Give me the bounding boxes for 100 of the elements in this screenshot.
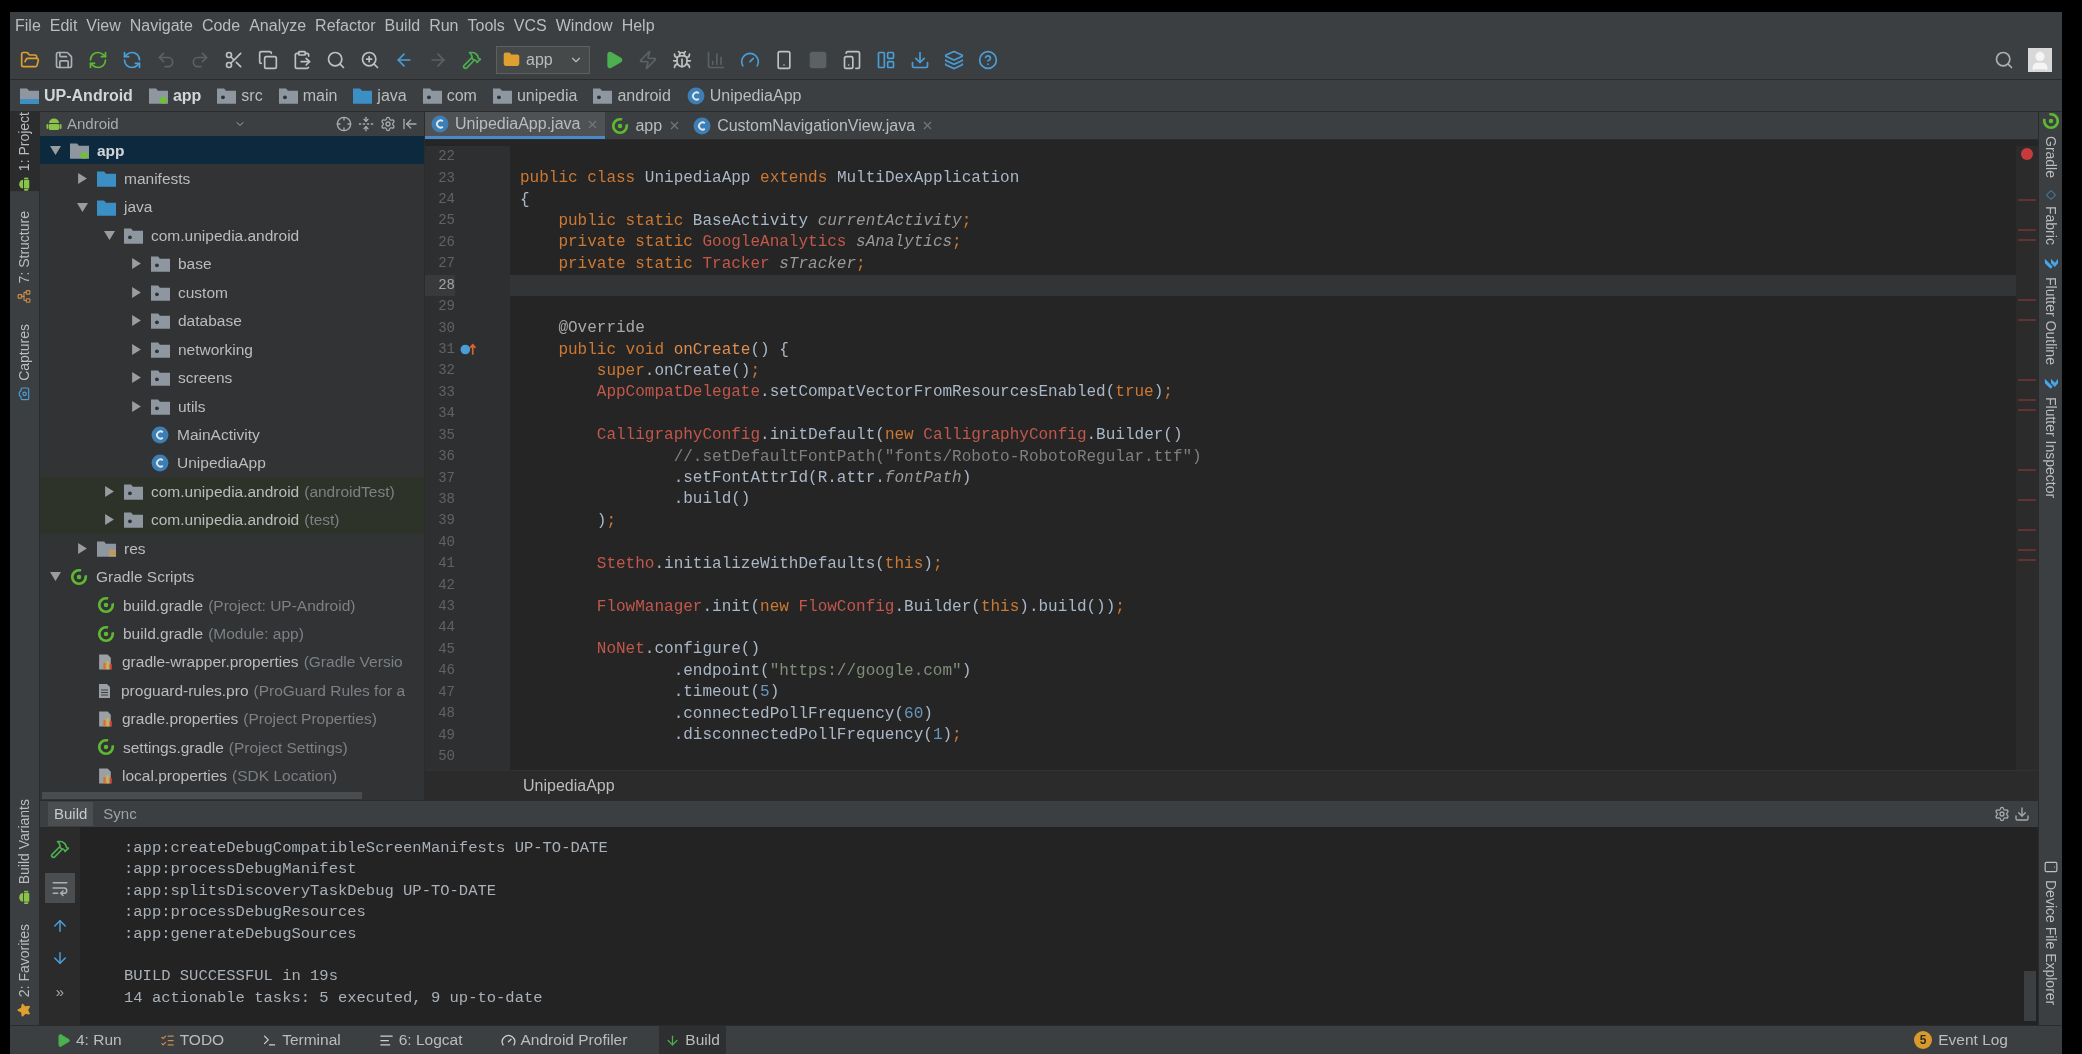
refresh-icon[interactable]: [122, 49, 142, 70]
bug-icon[interactable]: [672, 49, 692, 70]
expand-arrow-icon[interactable]: [130, 315, 142, 327]
tree-item[interactable]: UnipediaApp: [40, 448, 424, 478]
breadcrumb-item[interactable]: UnipediaApp: [686, 83, 810, 108]
collapse-arrow-icon[interactable]: [103, 230, 115, 242]
tool-window-button[interactable]: Flutter Inspector: [2039, 376, 2062, 499]
breadcrumb-item[interactable]: java: [353, 83, 415, 108]
tree-item[interactable]: com.unipedia.android: [40, 221, 424, 250]
user-avatar[interactable]: [2028, 47, 2052, 72]
tool-window-button[interactable]: TODO: [153, 1025, 231, 1054]
phone-icon[interactable]: [774, 49, 794, 70]
tree-item[interactable]: build.gradle (Project: UP-Android): [40, 591, 424, 620]
tree-item[interactable]: app: [40, 136, 424, 165]
breadcrumb-item[interactable]: com: [422, 83, 485, 108]
panel-tab[interactable]: Build: [48, 802, 94, 826]
run-icon[interactable]: [604, 49, 624, 70]
menu-item[interactable]: Run: [429, 14, 459, 38]
tree-item[interactable]: custom: [40, 278, 424, 307]
expand-arrow-icon[interactable]: [130, 372, 142, 384]
expand-arrow-icon[interactable]: [130, 286, 142, 298]
tool-window-button[interactable]: Fabric: [2039, 190, 2062, 245]
tool-window-button[interactable]: Terminal: [256, 1025, 347, 1054]
tree-item[interactable]: Gradle Scripts: [40, 562, 424, 591]
menu-item[interactable]: Window: [555, 14, 613, 38]
tool-window-button[interactable]: Android Profiler: [494, 1025, 634, 1054]
menu-item[interactable]: Analyze: [249, 14, 307, 38]
tool-window-button[interactable]: 7: Structure: [10, 211, 39, 304]
devices-icon[interactable]: [842, 49, 862, 70]
download-icon[interactable]: [2014, 806, 2030, 822]
download-icon[interactable]: [910, 49, 930, 70]
menu-item[interactable]: Edit: [49, 14, 78, 38]
tool-window-button[interactable]: Gradle: [2039, 112, 2062, 179]
tool-window-button[interactable]: 4: Run: [50, 1025, 128, 1054]
breadcrumb-item[interactable]: main: [278, 83, 346, 108]
tool-window-button[interactable]: Build Variants: [10, 798, 39, 904]
tool-window-button[interactable]: Build: [659, 1025, 726, 1054]
tree-item[interactable]: com.unipedia.android (test): [40, 505, 424, 535]
search-icon[interactable]: [326, 49, 346, 70]
menu-item[interactable]: Help: [621, 14, 655, 38]
horizontal-scrollbar[interactable]: [42, 791, 362, 799]
menu-item[interactable]: View: [86, 14, 121, 38]
collapse-arrow-icon[interactable]: [49, 144, 61, 156]
breadcrumb-item[interactable]: app: [148, 83, 210, 108]
copy-icon[interactable]: [258, 49, 278, 70]
tree-item[interactable]: screens: [40, 363, 424, 392]
sync-icon[interactable]: [88, 49, 108, 70]
expand-arrow-icon[interactable]: [103, 514, 115, 526]
paste-icon[interactable]: [292, 49, 312, 70]
collapse-arrow-icon[interactable]: [49, 571, 61, 583]
tool-window-button[interactable]: 6: Logcat: [372, 1025, 469, 1054]
menu-item[interactable]: File: [15, 14, 41, 38]
vertical-scrollbar[interactable]: [2024, 971, 2036, 1021]
layout-icon[interactable]: [876, 49, 896, 70]
breadcrumb-item[interactable]: android: [593, 83, 679, 108]
menu-item[interactable]: Refactor: [315, 14, 376, 38]
locate-icon[interactable]: [336, 116, 352, 132]
tree-item[interactable]: manifests: [40, 164, 424, 193]
expand-arrow-icon[interactable]: [130, 258, 142, 270]
tool-window-button[interactable]: Device File Explorer: [2039, 859, 2062, 1005]
help-icon[interactable]: [978, 49, 998, 70]
event-log-button[interactable]: 5 Event Log: [1914, 1028, 2008, 1052]
tree-item[interactable]: local.properties (SDK Location): [40, 761, 424, 790]
cut-icon[interactable]: [224, 49, 244, 70]
tree-item[interactable]: utils: [40, 391, 424, 421]
error-indicator-icon[interactable]: [2021, 148, 2033, 160]
open-folder-icon[interactable]: [20, 49, 40, 70]
down-arrow-icon[interactable]: [51, 949, 69, 967]
hammer-icon[interactable]: [462, 49, 482, 70]
tree-item[interactable]: database: [40, 306, 424, 336]
tree-item[interactable]: proguard-rules.pro (ProGuard Rules for a: [40, 676, 424, 705]
more-tools-button[interactable]: »: [55, 981, 65, 1004]
tree-item[interactable]: MainActivity: [40, 420, 424, 449]
replace-icon[interactable]: [360, 49, 380, 70]
tool-window-button[interactable]: 2: Favorites: [10, 923, 39, 1017]
expand-arrow-icon[interactable]: [130, 343, 142, 355]
editor-breadcrumb[interactable]: UnipediaApp: [523, 773, 615, 798]
menu-item[interactable]: Code: [201, 14, 241, 38]
settings-icon[interactable]: [1994, 806, 2010, 822]
menu-item[interactable]: VCS: [513, 14, 547, 38]
tree-item[interactable]: gradle-wrapper.properties (Gradle Versio: [40, 647, 424, 677]
soft-wrap-toggle[interactable]: [45, 873, 75, 903]
tree-item[interactable]: base: [40, 249, 424, 279]
expand-arrow-icon[interactable]: [130, 400, 142, 412]
expand-arrow-icon[interactable]: [76, 173, 88, 185]
tree-item[interactable]: java: [40, 192, 424, 222]
collapse-arrow-icon[interactable]: [76, 201, 88, 213]
tree-item[interactable]: settings.gradle (Project Settings): [40, 733, 424, 762]
menu-item[interactable]: Build: [384, 14, 421, 38]
tree-item[interactable]: res: [40, 534, 424, 563]
panel-tab[interactable]: Sync: [97, 802, 143, 826]
tree-item[interactable]: gradle.properties (Project Properties): [40, 704, 424, 734]
search-icon[interactable]: [1994, 49, 2014, 70]
tool-window-button[interactable]: 1: Project: [10, 112, 39, 192]
editor-tab[interactable]: UnipediaApp.java: [425, 112, 606, 139]
editor-tab[interactable]: CustomNavigationView.java: [687, 112, 941, 139]
tree-item[interactable]: com.unipedia.android (androidTest): [40, 477, 424, 506]
collapse-all-icon[interactable]: [358, 116, 374, 132]
expand-arrow-icon[interactable]: [76, 542, 88, 554]
expand-arrow-icon[interactable]: [103, 485, 115, 497]
